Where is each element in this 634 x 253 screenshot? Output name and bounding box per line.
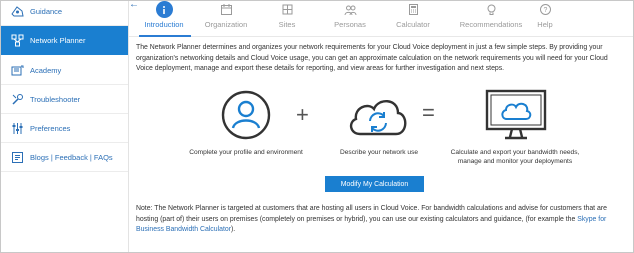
sidebar-item-label: Troubleshooter [30, 94, 81, 104]
help-icon: ? [537, 1, 554, 18]
step-caption-profile: Complete your profile and environment [189, 149, 303, 156]
note-paragraph: Note: The Network Planner is targeted at… [136, 204, 612, 236]
tab-divider [129, 36, 633, 37]
tab-label: Help [537, 20, 553, 29]
preferences-icon [10, 121, 24, 135]
blogs-icon [10, 150, 24, 164]
sites-icon [279, 1, 296, 18]
sidebar-item-label: Preferences [30, 123, 71, 133]
sidebar-item-label: Guidance [30, 6, 63, 16]
tab-sites[interactable]: Sites [252, 1, 322, 29]
note-tail: ). [231, 226, 236, 234]
sidebar-item-label: Network Planner [30, 36, 86, 45]
sidebar-item-academy[interactable]: Academy [1, 56, 128, 85]
tab-label: Personas [334, 20, 366, 29]
svg-text:?: ? [543, 7, 547, 14]
profile-icon [220, 89, 272, 146]
tab-label: Organization [204, 20, 248, 29]
network-planner-icon [10, 34, 24, 48]
equals-operator: = [422, 100, 435, 125]
sidebar-item-label: Blogs | Feedback | FAQs [30, 152, 113, 162]
sidebar-item-troubleshooter[interactable]: Troubleshooter [1, 85, 128, 114]
info-icon [155, 1, 173, 18]
tab-organization[interactable]: Organization [191, 1, 261, 29]
modify-calculation-button[interactable]: Modify My Calculation [325, 176, 424, 192]
app-window: Guidance Network Planner Academy Trouble… [0, 0, 634, 253]
sidebar-item-network-planner[interactable]: Network Planner [1, 26, 128, 55]
recommendations-icon [483, 1, 500, 18]
tab-label: Introduction [144, 20, 184, 29]
sidebar: Guidance Network Planner Academy Trouble… [1, 1, 129, 252]
intro-paragraph: The Network Planner determines and organ… [136, 44, 608, 73]
tab-introduction[interactable]: Introduction [129, 1, 199, 29]
calculator-icon [405, 1, 422, 18]
academy-icon [10, 63, 24, 77]
tab-label: Sites [278, 20, 296, 29]
personas-icon [342, 1, 359, 18]
note-text: Note: The Network Planner is targeted at… [136, 205, 607, 223]
tab-help[interactable]: ? Help [510, 1, 580, 29]
troubleshooter-icon [10, 92, 24, 106]
step-caption-calculate: Calculate and export your bandwidth need… [450, 149, 580, 165]
calendar-icon [218, 1, 235, 18]
sidebar-item-guidance[interactable]: Guidance [1, 1, 128, 26]
monitor-cloud-icon [485, 89, 547, 148]
tab-calculator[interactable]: Calculator [378, 1, 448, 29]
plus-operator: + [296, 102, 309, 127]
step-caption-network-use: Describe your network use [339, 149, 419, 156]
sidebar-item-label: Academy [30, 65, 62, 75]
tab-personas[interactable]: Personas [315, 1, 385, 29]
cloud-sync-icon [346, 92, 410, 145]
tab-label: Calculator [396, 20, 430, 29]
sidebar-item-preferences[interactable]: Preferences [1, 114, 128, 143]
guidance-icon [10, 4, 24, 18]
wizard-tabs: Introduction Organization Sites Personas… [129, 1, 633, 37]
active-tab-indicator [139, 35, 191, 37]
sidebar-item-blogs-feedback-faqs[interactable]: Blogs | Feedback | FAQs [1, 143, 128, 172]
